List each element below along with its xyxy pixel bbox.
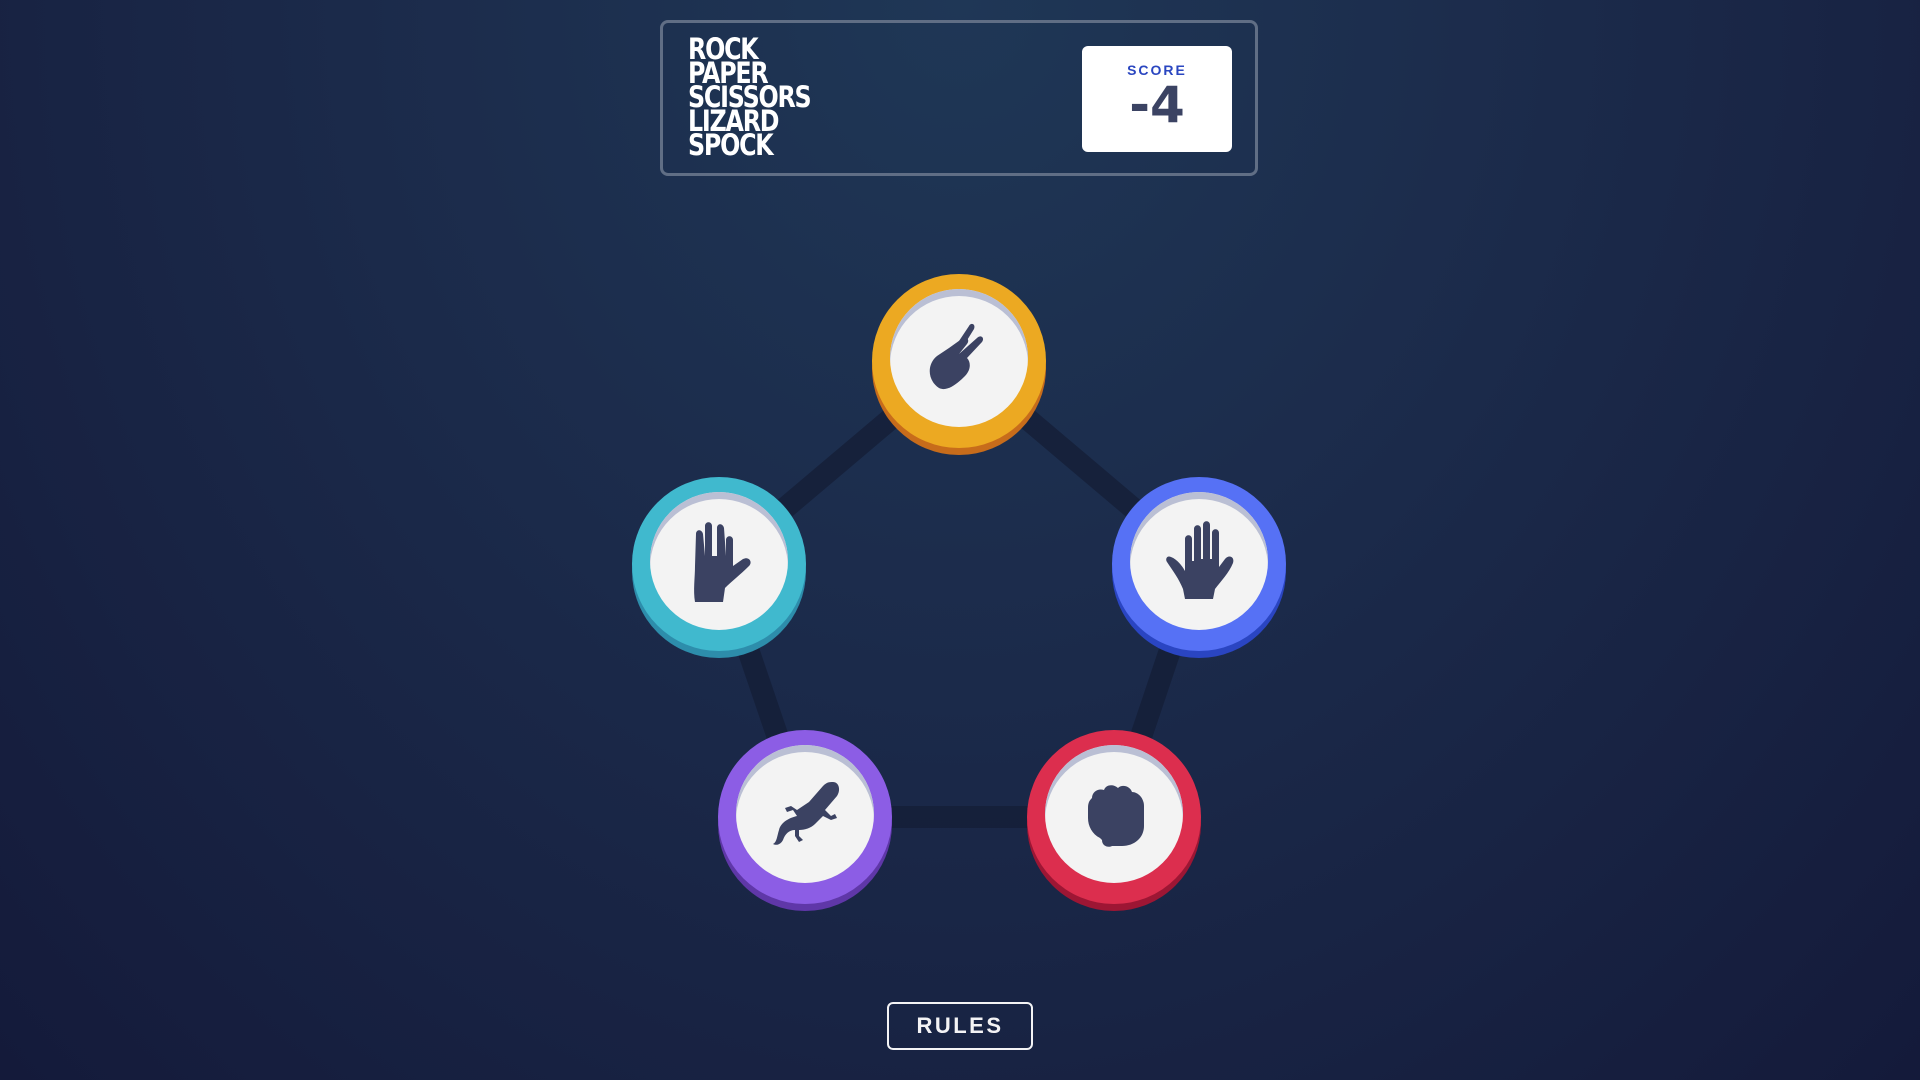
paper-button[interactable] <box>1112 477 1286 651</box>
spock-hand-icon <box>694 522 751 602</box>
game-board <box>0 0 1920 1080</box>
scissors-button-face <box>890 289 1028 427</box>
scissors-button[interactable] <box>872 274 1046 448</box>
paper-button-face <box>1130 492 1268 630</box>
rock-button-face <box>1045 745 1183 883</box>
pentagon-lines <box>708 350 1210 828</box>
rock-fist-icon <box>1088 785 1144 847</box>
rock-button[interactable] <box>1027 730 1201 904</box>
lizard-icon <box>773 782 840 845</box>
rules-button[interactable]: RULES <box>887 1002 1033 1050</box>
spock-button[interactable] <box>632 477 806 651</box>
lizard-button-face <box>736 745 874 883</box>
lizard-button[interactable] <box>718 730 892 904</box>
scissors-hand-icon <box>929 323 984 390</box>
spock-button-face <box>650 492 788 630</box>
paper-hand-icon <box>1166 521 1234 599</box>
